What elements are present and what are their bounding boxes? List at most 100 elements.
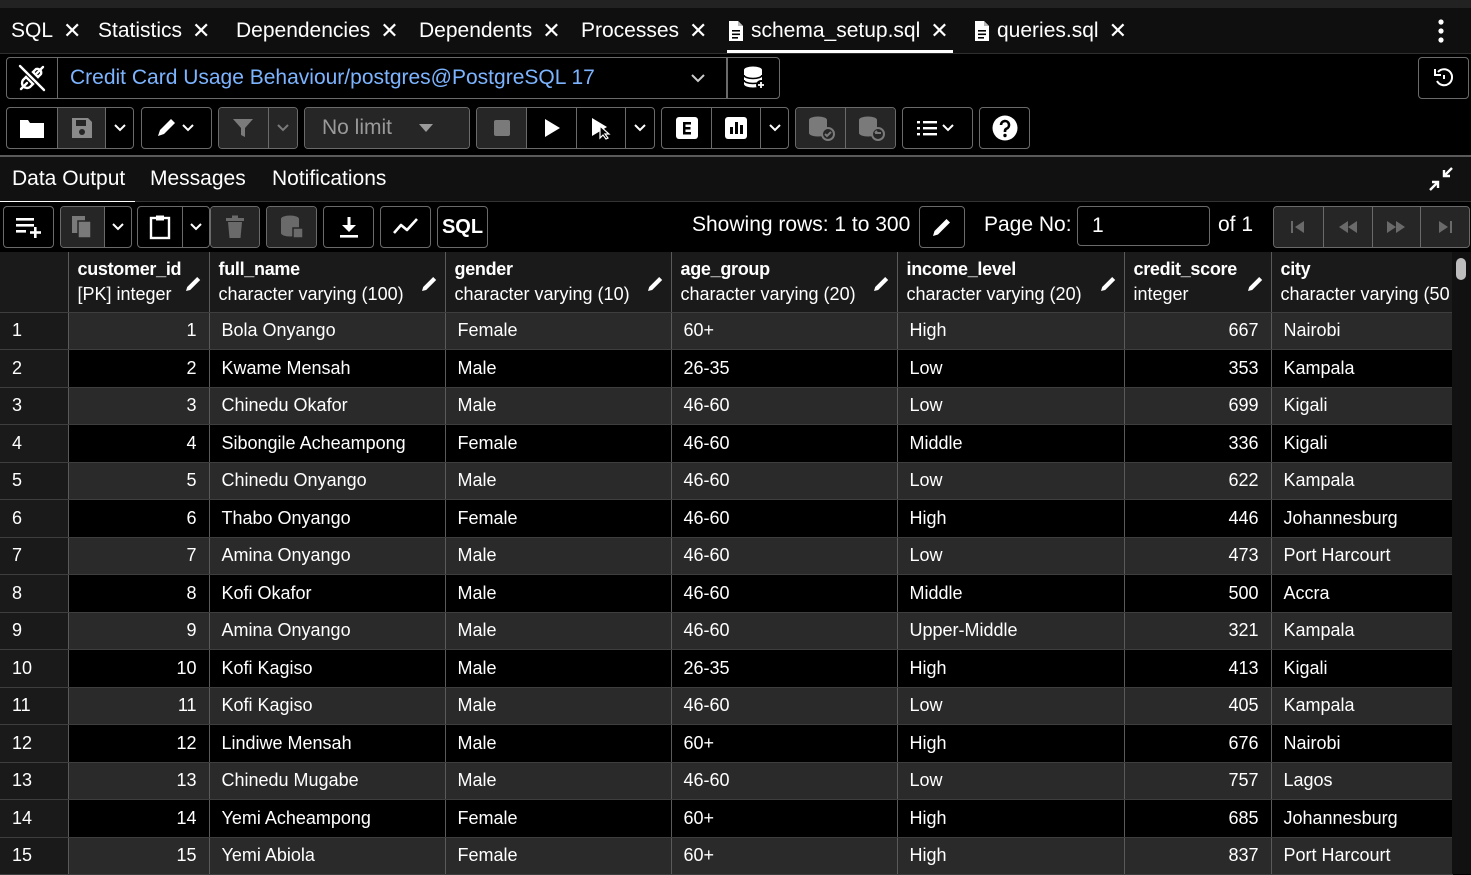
customer-id-cell[interactable]: 11 [68,687,210,725]
tab-messages[interactable]: Messages [150,167,246,191]
customer-id-cell[interactable]: 10 [68,649,210,688]
execute-script-button[interactable] [526,108,575,148]
copy-options-dropdown[interactable] [103,207,131,247]
city-cell[interactable]: Kampala [1271,349,1453,388]
scrollbar-thumb[interactable] [1456,258,1466,280]
table-row[interactable]: 2 2 Kwame Mensah Male 26-35 Low 353 Kampala [0,349,1453,388]
gender-cell[interactable]: Female [445,312,672,350]
full-name-cell[interactable]: Thabo Onyango [209,499,446,538]
row-limit-select[interactable]: No limit [304,107,470,149]
tab-dependents[interactable]: Dependents ✕ [419,8,561,53]
age-group-cell[interactable]: 46-60 [671,424,898,463]
age-group-cell[interactable]: 60+ [671,312,898,350]
customer-id-cell[interactable]: 4 [68,424,210,463]
delete-row-button[interactable] [210,206,260,248]
full-name-cell[interactable]: Kofi Kagiso [209,687,446,725]
credit-score-cell[interactable]: 321 [1124,612,1272,650]
row-number[interactable]: 5 [0,462,69,500]
income-level-cell[interactable]: High [897,837,1125,875]
full-name-cell[interactable]: Lindiwe Mensah [209,724,446,763]
stop-button[interactable] [477,108,527,148]
gender-cell[interactable]: Male [445,462,672,500]
macros-button[interactable] [903,108,972,148]
credit-score-cell[interactable]: 622 [1124,462,1272,500]
customer-id-cell[interactable]: 3 [68,387,210,425]
table-row[interactable]: 5 5 Chinedu Onyango Male 46-60 Low 622 Kampala [0,462,1453,500]
last-page-button[interactable] [1420,207,1469,247]
full-name-cell[interactable]: Yemi Acheampong [209,799,446,838]
table-row[interactable]: 9 9 Amina Onyango Male 46-60 Upper-Middle 321 K… [0,612,1453,650]
vertical-scrollbar[interactable] [1452,252,1471,874]
column-header-credit-score[interactable]: credit_score integer [1124,252,1272,313]
credit-score-cell[interactable]: 353 [1124,349,1272,388]
age-group-cell[interactable]: 46-60 [671,574,898,613]
table-row[interactable]: 8 8 Kofi Okafor Male 46-60 Middle 500 Accra [0,574,1453,613]
tab-dependencies[interactable]: Dependencies ✕ [236,8,399,53]
credit-score-cell[interactable]: 685 [1124,799,1272,838]
customer-id-cell[interactable]: 6 [68,499,210,538]
customer-id-cell[interactable]: 5 [68,462,210,500]
customer-id-cell[interactable]: 15 [68,837,210,875]
full-name-cell[interactable]: Kofi Kagiso [209,649,446,688]
row-number[interactable]: 6 [0,499,69,538]
gender-cell[interactable]: Male [445,574,672,613]
income-level-cell[interactable]: Low [897,387,1125,425]
full-name-cell[interactable]: Chinedu Onyango [209,462,446,500]
add-row-button[interactable] [4,207,53,247]
download-button[interactable] [323,206,374,248]
paste-options-dropdown[interactable] [181,207,209,247]
table-row[interactable]: 7 7 Amina Onyango Male 46-60 Low 473 Port Harco… [0,537,1453,575]
full-name-cell[interactable]: Bola Onyango [209,312,446,350]
customer-id-cell[interactable]: 2 [68,349,210,388]
credit-score-cell[interactable]: 405 [1124,687,1272,725]
column-header-customer-id[interactable]: customer_id [PK] integer [68,252,210,313]
filter-button[interactable] [219,108,268,148]
income-level-cell[interactable]: High [897,649,1125,688]
city-cell[interactable]: Port Harcourt [1271,537,1453,575]
edit-rows-button[interactable] [919,206,965,248]
customer-id-cell[interactable]: 14 [68,799,210,838]
column-header-city[interactable]: city character varying (50 [1271,252,1453,313]
customer-id-cell[interactable]: 13 [68,762,210,800]
full-name-cell[interactable]: Kwame Mensah [209,349,446,388]
income-level-cell[interactable]: Low [897,687,1125,725]
table-row[interactable]: 15 15 Yemi Abiola Female 60+ High 837 Port Harc… [0,837,1453,875]
row-number[interactable]: 9 [0,612,69,650]
age-group-cell[interactable]: 60+ [671,837,898,875]
full-name-cell[interactable]: Chinedu Mugabe [209,762,446,800]
city-cell[interactable]: Kampala [1271,687,1453,725]
row-number[interactable]: 2 [0,349,69,388]
gender-cell[interactable]: Male [445,612,672,650]
copy-button[interactable] [61,207,104,247]
next-page-button[interactable] [1371,207,1421,247]
row-number[interactable]: 12 [0,724,69,763]
paste-button[interactable] [138,207,182,247]
full-name-cell[interactable]: Amina Onyango [209,537,446,575]
city-cell[interactable]: Kampala [1271,462,1453,500]
tab-schema-setup-sql[interactable]: schema_setup.sql ✕ [727,8,953,53]
city-cell[interactable]: Kigali [1271,424,1453,463]
credit-score-cell[interactable]: 837 [1124,837,1272,875]
gender-cell[interactable]: Male [445,649,672,688]
row-number[interactable]: 8 [0,574,69,613]
help-button[interactable] [980,108,1029,148]
gender-cell[interactable]: Male [445,762,672,800]
gender-cell[interactable]: Female [445,799,672,838]
graph-visualiser-button[interactable] [380,206,431,248]
city-cell[interactable]: Johannesburg [1271,799,1453,838]
save-data-button[interactable] [266,206,317,248]
gender-cell[interactable]: Male [445,387,672,425]
income-level-cell[interactable]: High [897,799,1125,838]
column-header-income-level[interactable]: income_level character varying (20) [897,252,1125,313]
edit-options-button[interactable] [142,108,211,148]
close-icon[interactable]: ✕ [380,19,398,42]
close-icon[interactable]: ✕ [542,19,560,42]
row-number[interactable]: 3 [0,387,69,425]
age-group-cell[interactable]: 60+ [671,799,898,838]
table-row[interactable]: 14 14 Yemi Acheampong Female 60+ High 685 Johan… [0,799,1453,838]
tab-processes[interactable]: Processes ✕ [581,8,707,53]
full-name-cell[interactable]: Chinedu Okafor [209,387,446,425]
table-row[interactable]: 6 6 Thabo Onyango Female 46-60 High 446 Johanne… [0,499,1453,538]
city-cell[interactable]: Port Harcourt [1271,837,1453,875]
tab-data-output[interactable]: Data Output [0,167,136,204]
